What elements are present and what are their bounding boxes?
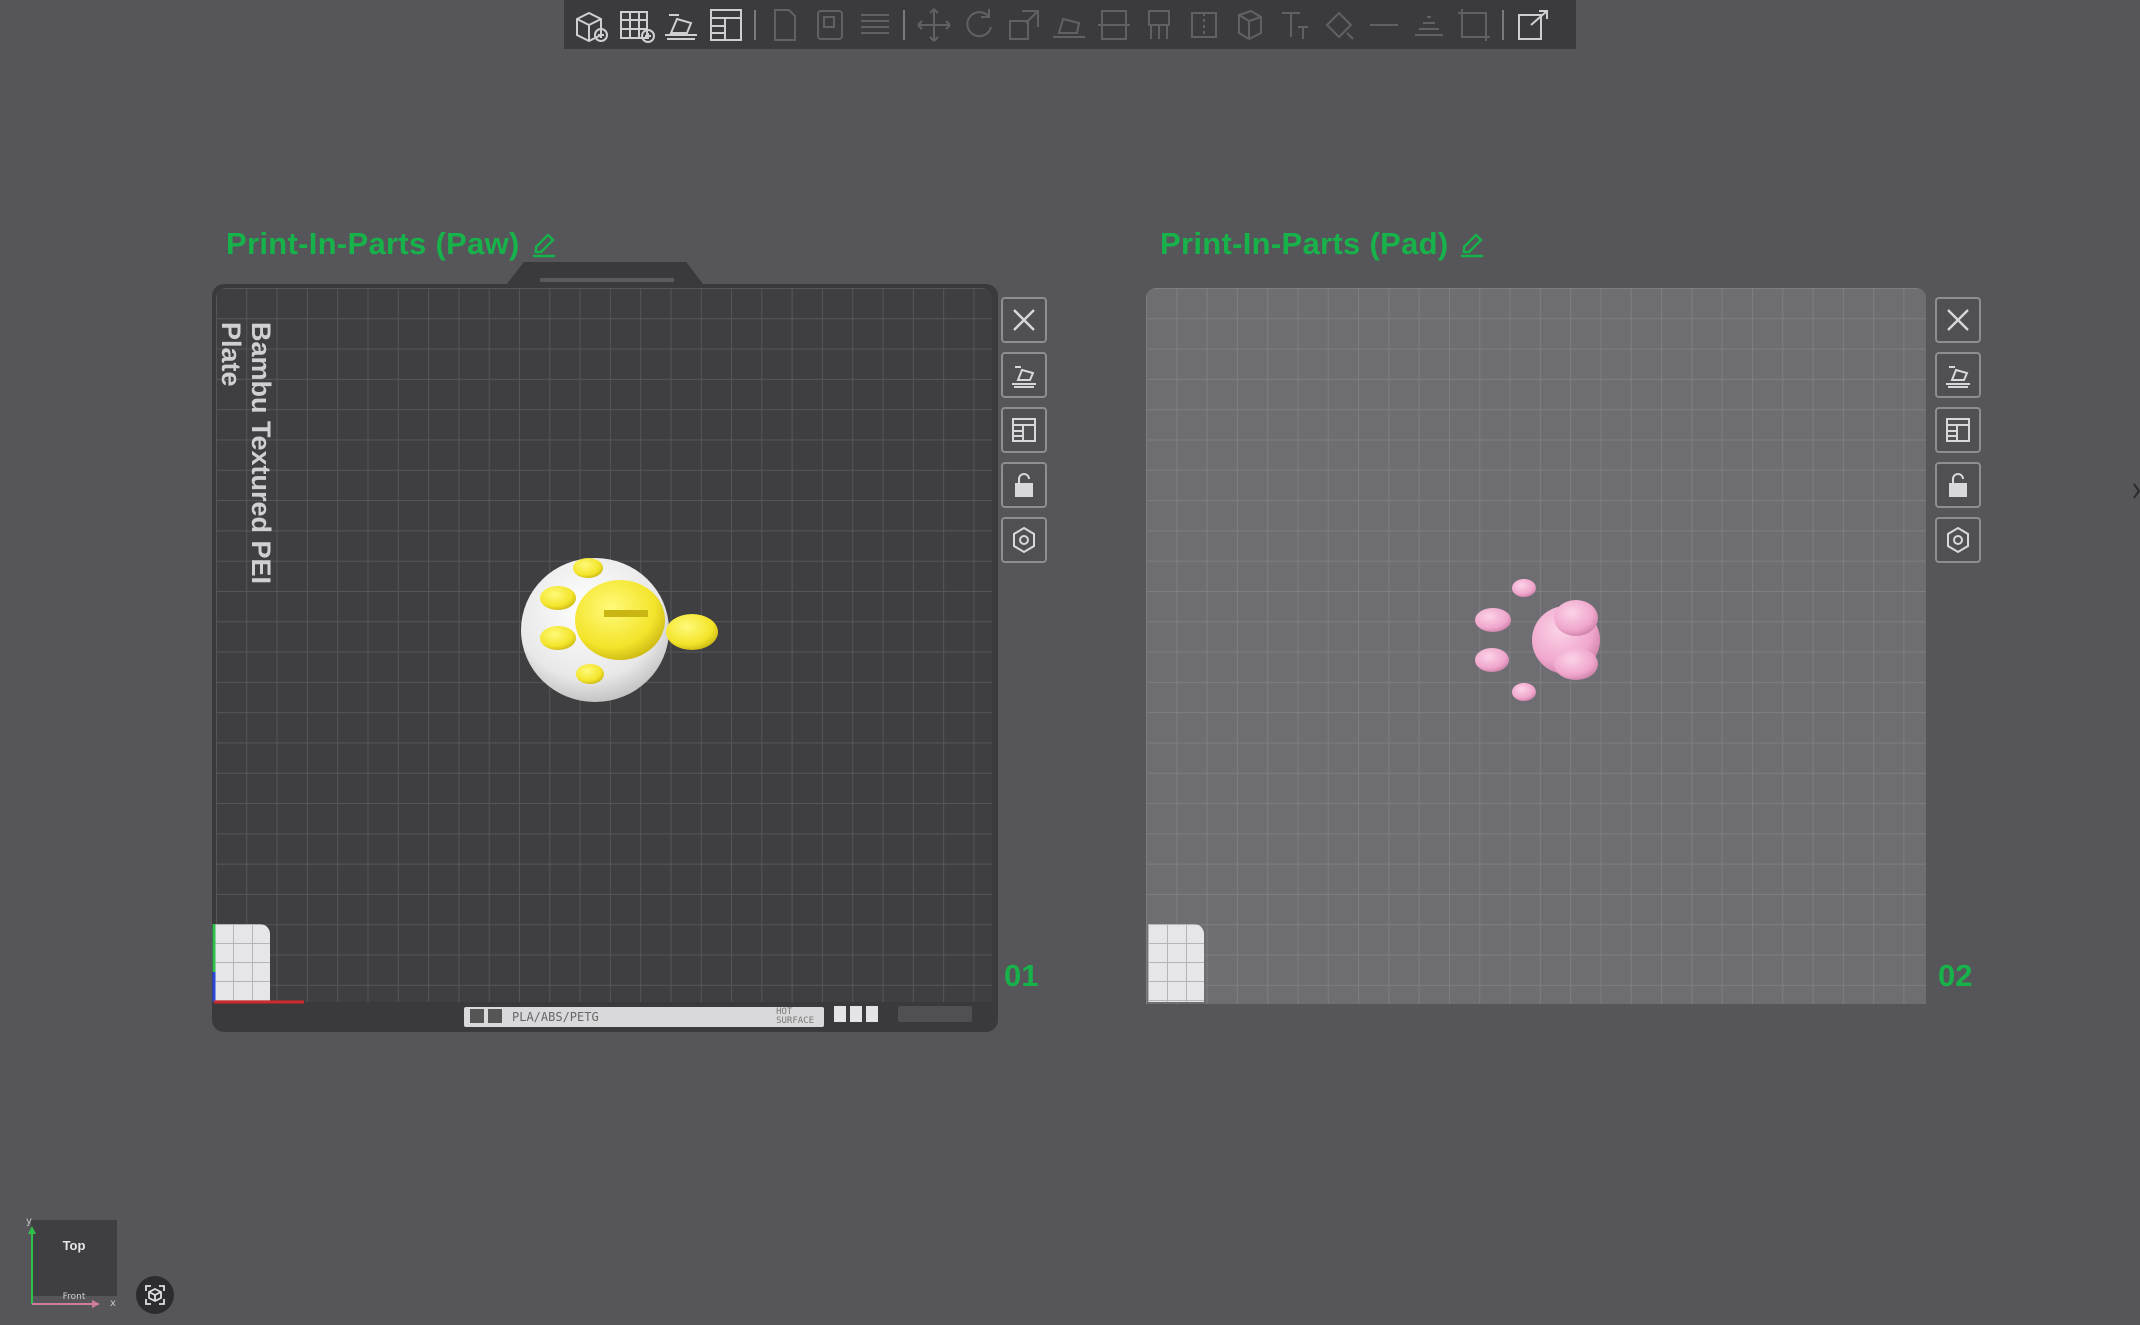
plate-origin-block xyxy=(1148,924,1204,1002)
layers-icon[interactable] xyxy=(852,2,897,47)
plate-settings-button[interactable] xyxy=(1935,517,1981,563)
move-icon[interactable] xyxy=(911,2,956,47)
plate-title-2[interactable]: Print-In-Parts (Pad) xyxy=(1160,224,1486,264)
material-strip: PLA/ABS/PETG HOT SURFACE xyxy=(464,1007,824,1027)
ruler-icon[interactable] xyxy=(1451,2,1496,47)
close-plate-button[interactable] xyxy=(1935,297,1981,343)
arrange-plate-button[interactable] xyxy=(1935,352,1981,398)
orient-plate-button[interactable] xyxy=(1935,407,1981,453)
edit-pencil-icon[interactable] xyxy=(1458,230,1486,258)
add-cube-icon[interactable] xyxy=(568,2,613,47)
page-icon[interactable] xyxy=(762,2,807,47)
plate-settings-button[interactable] xyxy=(1001,517,1047,563)
view-cube-axes xyxy=(28,1226,100,1308)
seam-icon[interactable] xyxy=(1181,2,1226,47)
lay-flat-icon[interactable] xyxy=(1046,2,1091,47)
orient-plate-button[interactable] xyxy=(1001,407,1047,453)
strip-symbols xyxy=(470,1009,502,1023)
scale-icon[interactable] xyxy=(1001,2,1046,47)
plate-title-text[interactable]: Print-In-Parts (Paw) xyxy=(226,226,520,262)
collapse-panel-icon[interactable] xyxy=(2133,480,2140,502)
plate-number-1: 01 xyxy=(1004,958,1039,993)
plate-tools-1 xyxy=(1001,297,1051,563)
reset-view-button[interactable] xyxy=(136,1276,174,1314)
recycle-icon xyxy=(470,1009,484,1023)
arrange-plate-button[interactable] xyxy=(1001,352,1047,398)
axis-indicator xyxy=(212,924,304,1004)
toolbar-separator xyxy=(1502,9,1504,40)
axis-x-label: x xyxy=(110,1298,116,1309)
side-icon-3 xyxy=(866,1006,878,1022)
edit-pencil-icon[interactable] xyxy=(530,230,558,258)
layout-icon[interactable] xyxy=(703,2,748,47)
plate-side-symbols xyxy=(834,1006,878,1022)
hot-surface-warning: HOT SURFACE xyxy=(776,1008,814,1026)
plate-handle xyxy=(898,1006,972,1022)
assembly-icon[interactable] xyxy=(1361,2,1406,47)
pad-model[interactable] xyxy=(1466,576,1606,708)
plate-tools-2 xyxy=(1935,297,1985,563)
color-paint-icon[interactable] xyxy=(1226,2,1271,47)
view-cube[interactable]: Top Front y x xyxy=(22,1216,118,1312)
toolbar-separator xyxy=(903,9,905,40)
cut-icon[interactable] xyxy=(1091,2,1136,47)
measure-icon[interactable] xyxy=(1316,2,1361,47)
camera-reset-icon xyxy=(145,1285,165,1305)
slicer-icon[interactable] xyxy=(658,2,703,47)
plate-tab-line xyxy=(540,278,674,282)
material-label: PLA/ABS/PETG xyxy=(512,1010,599,1024)
info-icon xyxy=(488,1009,502,1023)
support-icon[interactable] xyxy=(1136,2,1181,47)
split-icon[interactable] xyxy=(1406,2,1451,47)
axis-y-label: y xyxy=(26,1216,32,1227)
text-icon[interactable] xyxy=(1271,2,1316,47)
export-icon[interactable] xyxy=(1510,2,1555,47)
main-toolbar xyxy=(564,0,1576,49)
page-blank-icon[interactable] xyxy=(807,2,852,47)
paw-model[interactable] xyxy=(520,550,730,710)
plate-type-label: Bambu Textured PEI Plate xyxy=(216,322,276,585)
grid-icon[interactable] xyxy=(613,2,658,47)
plate-number-2: 02 xyxy=(1938,958,1973,993)
lock-plate-button[interactable] xyxy=(1935,462,1981,508)
lock-plate-button[interactable] xyxy=(1001,462,1047,508)
close-plate-button[interactable] xyxy=(1001,297,1047,343)
side-icon-2 xyxy=(850,1006,862,1022)
side-icon-1 xyxy=(834,1006,846,1022)
toolbar-separator xyxy=(754,9,756,40)
hot-surface-line2: SURFACE xyxy=(776,1016,814,1026)
rotate-icon[interactable] xyxy=(956,2,1001,47)
plate-title-text[interactable]: Print-In-Parts (Pad) xyxy=(1160,226,1448,262)
plate-title-1[interactable]: Print-In-Parts (Paw) xyxy=(226,224,558,264)
